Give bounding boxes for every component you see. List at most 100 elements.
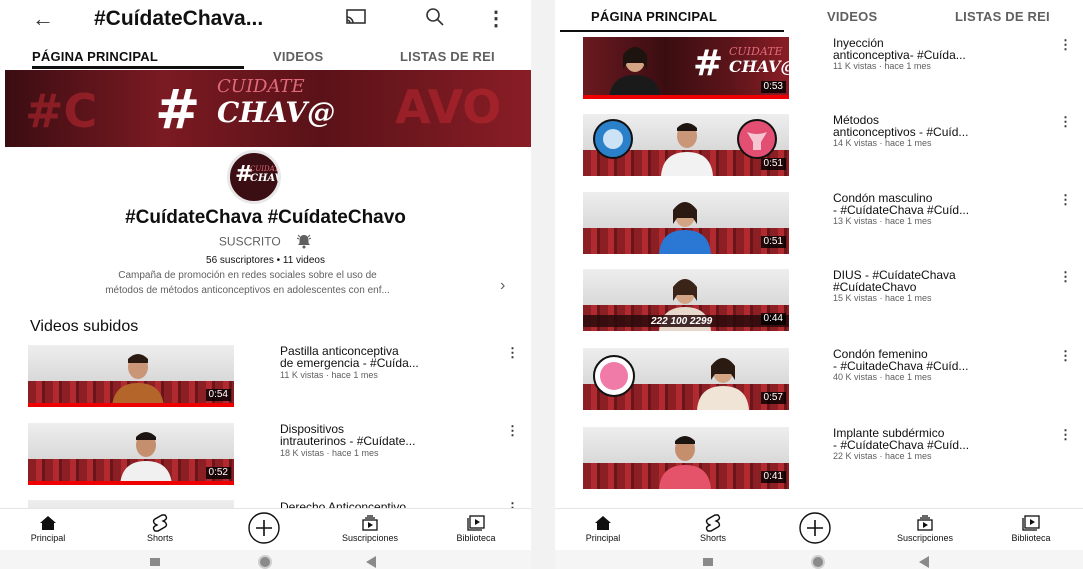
- video-duration: 0:52: [205, 467, 231, 479]
- nav-subscriptions[interactable]: Suscripciones: [330, 513, 410, 543]
- left-screen: ← #CuídateChava... ⋮ PÁGINA PRINCIPAL VI…: [0, 0, 531, 569]
- video-item[interactable]: 0:51 Métodos anticonceptivos - #Cuíd... …: [583, 114, 1073, 184]
- thumbnail-person: [697, 358, 749, 410]
- video-item[interactable]: 0:41 Implante subdérmico - #CuídateChava…: [583, 427, 1073, 497]
- nav-library[interactable]: Biblioteca: [991, 513, 1071, 543]
- subscribe-row: SUSCRITO: [0, 233, 531, 252]
- tab-videos[interactable]: VIDEOS: [827, 9, 877, 24]
- video-meta: 11 K vistas · hace 1 mes: [280, 370, 378, 380]
- nav-home[interactable]: Principal: [8, 513, 88, 543]
- channel-header-title: #CuídateChava...: [94, 7, 264, 30]
- video-item[interactable]: 222 100 2299 0:44 DIUS - #CuídateChava #…: [583, 269, 1073, 339]
- video-meta: 18 K vistas · hace 1 mes: [280, 448, 379, 458]
- video-meta: 15 K vistas · hace 1 mes: [833, 293, 932, 303]
- video-title[interactable]: Implante subdérmico - #CuídateChava #Cuí…: [833, 427, 1053, 451]
- video-meta: 22 K vistas · hace 1 mes: [833, 451, 932, 461]
- video-item[interactable]: # CUIDATE CHAV@ 0:53 Inyección anticonce…: [583, 37, 1073, 107]
- nav-subscriptions[interactable]: Suscripciones: [885, 513, 965, 543]
- video-title[interactable]: DIUS - #CuídateChava #CuídateChavo: [833, 269, 1053, 293]
- video-item[interactable]: 0:57 Condón femenino - #CuitadeChava #Cu…: [583, 348, 1073, 418]
- video-thumbnail[interactable]: 0:54: [28, 345, 234, 407]
- thumbnail-phone-overlay: 222 100 2299: [651, 316, 713, 327]
- more-vert-icon[interactable]: ⋮: [506, 345, 519, 361]
- nav-home[interactable]: Principal: [563, 513, 643, 543]
- subscribed-button[interactable]: SUSCRITO: [219, 235, 281, 249]
- banner-logo-bottom: CHAV@: [217, 96, 336, 129]
- search-icon[interactable]: [425, 7, 445, 32]
- more-vert-icon[interactable]: ⋮: [506, 423, 519, 439]
- video-title[interactable]: Condón femenino - #CuitadeChava #Cuíd...: [833, 348, 1053, 372]
- more-vert-icon[interactable]: ⋮: [486, 6, 506, 31]
- thumbnail-person: [609, 47, 661, 99]
- back-arrow-icon[interactable]: ←: [32, 6, 54, 32]
- video-duration: 0:54: [205, 389, 231, 401]
- more-vert-icon[interactable]: ⋮: [1059, 114, 1072, 130]
- video-duration: 0:51: [760, 236, 786, 248]
- bottom-navigation: Principal Shorts Suscripciones Bibliotec…: [0, 508, 531, 550]
- home-button-icon[interactable]: [258, 555, 272, 569]
- thumbnail-person: [120, 432, 172, 485]
- banner-logo-top: CUIDATE: [217, 76, 305, 97]
- back-icon[interactable]: [919, 556, 929, 568]
- nav-shorts[interactable]: Shorts: [673, 513, 753, 543]
- video-thumbnail[interactable]: 222 100 2299 0:44: [583, 269, 789, 331]
- back-icon[interactable]: [366, 556, 376, 568]
- video-thumbnail[interactable]: # CUIDATE CHAV@ 0:53: [583, 37, 789, 99]
- chevron-right-icon[interactable]: ›: [500, 277, 505, 295]
- thumbnail-logo-hash: #: [693, 43, 724, 84]
- tab-videos[interactable]: VIDEOS: [273, 49, 323, 64]
- video-thumbnail[interactable]: 0:52: [28, 423, 234, 485]
- thumbnail-person: [659, 436, 711, 489]
- video-thumbnail[interactable]: 0:51: [583, 114, 789, 176]
- video-item[interactable]: 0:51 Condón masculino - #CuídateChava #C…: [583, 192, 1073, 262]
- female-condom-icon: [593, 355, 635, 397]
- channel-name: #CuídateChava #CuídateChavo: [125, 207, 406, 228]
- video-title[interactable]: Métodos anticonceptivos - #Cuíd...: [833, 114, 1053, 138]
- home-button-icon[interactable]: [811, 555, 825, 569]
- video-thumbnail[interactable]: 0:41: [583, 427, 789, 489]
- tab-home[interactable]: PÁGINA PRINCIPAL: [32, 49, 158, 64]
- recents-icon[interactable]: [150, 558, 160, 566]
- bottom-navigation: Principal Shorts Suscripciones Bibliotec…: [555, 508, 1083, 550]
- more-vert-icon[interactable]: ⋮: [1059, 37, 1072, 53]
- bell-icon[interactable]: [296, 233, 312, 252]
- tab-playlists[interactable]: LISTAS DE REI: [955, 9, 1050, 24]
- video-item[interactable]: 0:52 Dispositivos intrauterinos - #Cuída…: [28, 423, 519, 493]
- add-circle-icon: [799, 512, 831, 544]
- video-title[interactable]: Dispositivos intrauterinos - #Cuídate...: [280, 423, 500, 447]
- video-duration: 0:53: [760, 81, 786, 93]
- home-icon: [595, 516, 611, 530]
- video-meta: 11 K vistas · hace 1 mes: [833, 61, 931, 71]
- nav-label: Shorts: [146, 533, 173, 543]
- system-navigation-bar: [0, 550, 531, 569]
- more-vert-icon[interactable]: ⋮: [1059, 269, 1072, 285]
- more-vert-icon[interactable]: ⋮: [1059, 348, 1072, 364]
- nav-create[interactable]: [224, 511, 304, 545]
- channel-avatar[interactable]: # CUIDATE CHAV@: [227, 150, 281, 204]
- home-icon: [40, 516, 56, 530]
- video-title[interactable]: Pastilla anticonceptiva de emergencia - …: [280, 345, 500, 369]
- more-vert-icon[interactable]: ⋮: [1059, 427, 1072, 443]
- nav-create[interactable]: [775, 511, 855, 545]
- video-meta: 13 K vistas · hace 1 mes: [833, 216, 932, 226]
- cast-icon[interactable]: [345, 8, 367, 31]
- video-item[interactable]: 0:54 Pastilla anticonceptiva de emergenc…: [28, 345, 519, 415]
- video-thumbnail[interactable]: 0:51: [583, 192, 789, 254]
- video-title[interactable]: Inyección anticonceptiva- #Cuída...: [833, 37, 1053, 61]
- video-title[interactable]: Condón masculino - #CuídateChava #Cuíd..…: [833, 192, 1053, 216]
- subscriptions-icon: [917, 515, 933, 531]
- video-duration: 0:57: [760, 392, 786, 404]
- video-thumbnail[interactable]: 0:57: [583, 348, 789, 410]
- description-line: métodos de métodos anticonceptivos en ad…: [105, 285, 390, 296]
- tab-playlists[interactable]: LISTAS DE REI: [400, 49, 495, 64]
- add-circle-icon: [248, 512, 280, 544]
- top-app-bar: ← #CuídateChava... ⋮: [0, 0, 531, 40]
- recents-icon[interactable]: [703, 558, 713, 566]
- more-vert-icon[interactable]: ⋮: [1059, 192, 1072, 208]
- nav-shorts[interactable]: Shorts: [120, 513, 200, 543]
- channel-description[interactable]: Campaña de promoción en redes sociales s…: [10, 268, 485, 298]
- video-duration: 0:44: [760, 313, 786, 325]
- nav-library[interactable]: Biblioteca: [436, 513, 516, 543]
- tab-home[interactable]: PÁGINA PRINCIPAL: [591, 9, 717, 24]
- video-meta: 40 K vistas · hace 1 mes: [833, 372, 932, 382]
